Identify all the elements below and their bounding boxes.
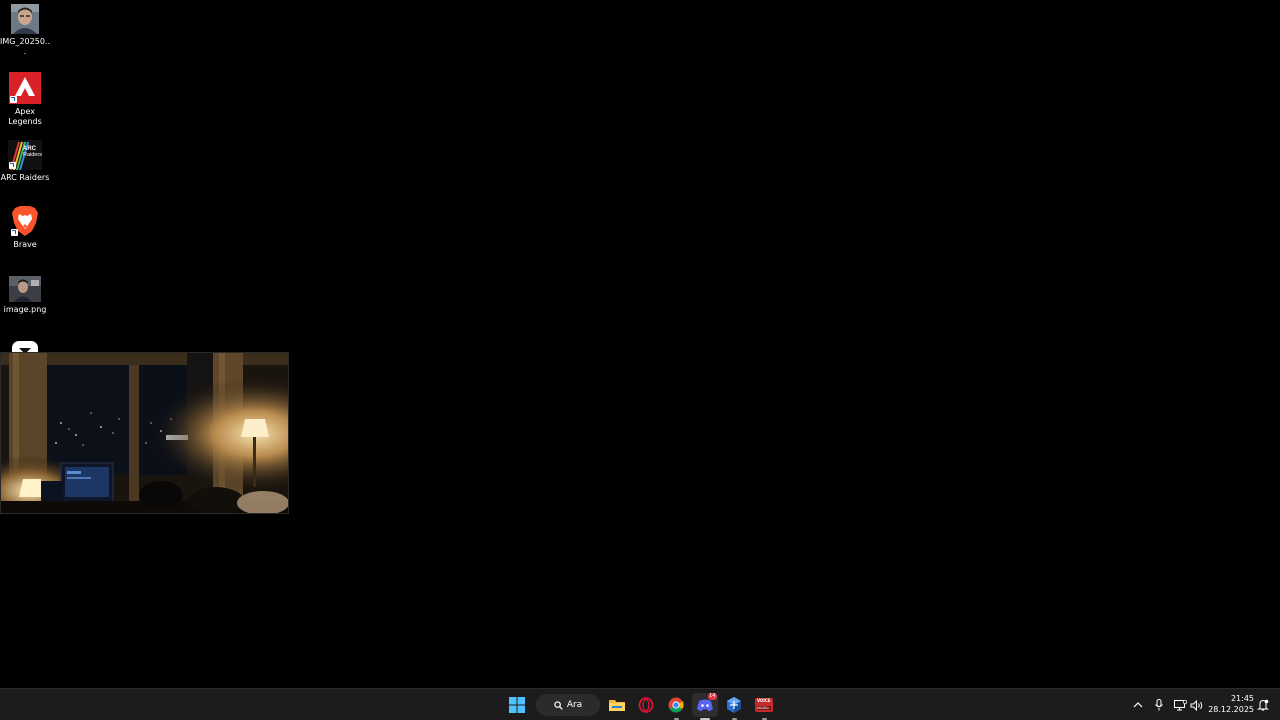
notification-badge: 14 [707,693,717,700]
taskbar-chrome[interactable] [663,693,689,720]
blue-cube-icon [727,697,741,713]
desktop-icon-brave[interactable]: Brave [0,205,50,250]
photo-thumbnail-icon [10,4,40,34]
taskbar: Ara 14 VOICE 21:45 28.12.2025 [0,688,1280,720]
notification-icon [1257,699,1269,711]
brave-lion-icon [10,205,40,237]
arc-raiders-icon: ARC Raiders [8,140,42,170]
folder-icon [609,700,625,711]
desktop-icon-label: ARC Raiders [0,173,50,182]
microphone-icon [1155,699,1163,711]
windows-start-icon [509,697,525,713]
search-box[interactable]: Ara [536,694,600,716]
taskbar-opera-gx[interactable] [633,693,659,717]
taskbar-file-explorer[interactable] [604,693,630,717]
apex-legends-icon [9,72,41,104]
microphone-button[interactable] [1151,697,1167,713]
voice-app-badge-text: VOICE [757,698,771,703]
desktop-icon-label: Brave [13,240,37,249]
network-button[interactable] [1172,697,1188,713]
image-thumbnail-icon [9,276,41,302]
desktop[interactable]: IMG_20250... Apex Legends ARC Raiders AR… [0,0,1280,688]
volume-button[interactable] [1189,697,1205,713]
desktop-icon-image-png[interactable]: image.png [0,276,50,315]
shortcut-arrow-icon [10,96,17,103]
chevron-up-icon [1133,702,1143,708]
desktop-icon-apex-legends[interactable]: Apex Legends [0,72,50,127]
taskbar-discord[interactable]: 14 [692,693,718,720]
taskbar-clock[interactable]: 21:45 28.12.2025 [1208,693,1254,715]
desktop-icon-label: Apex Legends [8,107,42,126]
clock-time: 21:45 [1230,694,1254,703]
taskbar-voice-app[interactable]: VOICE [751,693,777,720]
notification-center-button[interactable] [1255,697,1271,713]
partially-hidden-icon [10,340,40,352]
opera-gx-icon [638,697,654,713]
shortcut-arrow-icon [9,162,16,169]
webcam-preview-image [0,352,289,514]
shortcut-arrow-icon [11,229,18,236]
start-button[interactable] [504,693,530,717]
clock-date: 28.12.2025 [1208,705,1254,714]
chrome-icon [668,697,684,713]
desktop-icon-arc-raiders[interactable]: ARC Raiders ARC Raiders [0,140,50,183]
desktop-icon-partial[interactable] [0,340,50,352]
search-label: Ara [566,700,583,710]
svg-text:Raiders: Raiders [23,152,42,158]
search-icon [554,700,563,710]
desktop-icon-label: IMG_20250... [0,37,50,56]
taskbar-blue-cube-app[interactable] [721,693,747,720]
network-icon [1173,699,1187,710]
desktop-icon-img[interactable]: IMG_20250... [0,4,50,57]
show-hidden-icons-button[interactable] [1130,697,1146,713]
desktop-icon-label: image.png [3,305,47,314]
speaker-icon [1190,699,1203,711]
